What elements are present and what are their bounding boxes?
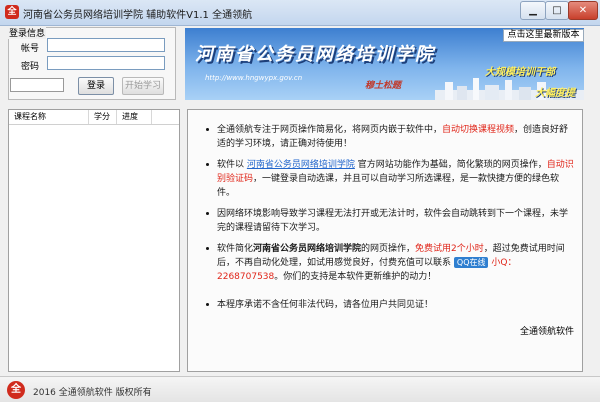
header-divider (9, 124, 179, 125)
banner-url: http://www.hngwypx.gov.cn (205, 74, 303, 82)
status-bar: 全 2016 全通领航软件 版权所有 (0, 376, 600, 402)
notice-signature: 全通领航软件 (520, 327, 575, 337)
start-study-button[interactable]: 开始学习 (122, 77, 164, 95)
notice-paragraph-1: 全通领航专注于网页操作简易化，将网页内嵌于软件中，自动切换课程视频，创造良好舒适… (206, 123, 575, 151)
banner-calligraphy: 穆土松题 (365, 81, 402, 91)
title-bar: 全 河南省公务员网络培训学院 辅助软件V1.1 全通领航 ▁ □ ✕ (0, 0, 600, 26)
window-title: 河南省公务员网络培训学院 辅助软件V1.1 全通领航 (23, 10, 253, 21)
password-label: 密码 (21, 62, 40, 72)
close-button[interactable]: ✕ (568, 1, 598, 20)
login-group-title: 登录信息 (8, 26, 47, 39)
update-link[interactable]: 点击这里最新版本 (503, 29, 584, 42)
account-label: 帐号 (21, 44, 40, 54)
course-table[interactable]: 课程名称 学分 进度 (8, 109, 180, 372)
notice-panel: 全通领航专注于网页操作简易化，将网页内嵌于软件中，自动切换课程视频，创造良好舒适… (187, 109, 583, 372)
qq-online-badge[interactable]: QQ在线 (453, 257, 489, 268)
captcha-image[interactable] (10, 78, 64, 92)
notice-paragraph-4: 软件简化河南省公务员网络培训学院的网页操作，免费试用2个小时，超过免费试用时间后… (206, 242, 575, 284)
column-progress[interactable]: 进度 (117, 110, 152, 124)
banner-slogan-1: 大规模培训干部 (485, 67, 555, 78)
brand-logo-icon: 全 (7, 381, 25, 399)
app-icon: 全 (5, 5, 19, 19)
copyright-text: 2016 全通领航软件 版权所有 (33, 388, 152, 398)
login-button[interactable]: 登录 (78, 77, 114, 95)
banner-slogan-2: 大幅度提 (535, 88, 575, 99)
password-input[interactable] (47, 56, 165, 70)
notice-paragraph-3: 因网络环境影响导致学习课程无法打开或无法计时，软件会自动跳转到下一个课程，未学完… (206, 207, 575, 235)
minimize-button[interactable]: ▁ (520, 1, 546, 20)
site-link[interactable]: 河南省公务员网络培训学院 (247, 160, 355, 170)
column-course-name[interactable]: 课程名称 (9, 110, 89, 124)
notice-paragraph-2: 软件以 河南省公务员网络培训学院 官方网站功能作为基础，简化繁琐的网页操作，自动… (206, 160, 574, 198)
maximize-button[interactable]: □ (545, 1, 569, 20)
banner-title: 河南省公务员网络培训学院 (195, 44, 435, 65)
column-credit[interactable]: 学分 (89, 110, 117, 124)
account-input[interactable] (47, 38, 165, 52)
notice-paragraph-5: 本程序承诺不含任何非法代码，请各位用户共同见证！ (206, 298, 575, 312)
